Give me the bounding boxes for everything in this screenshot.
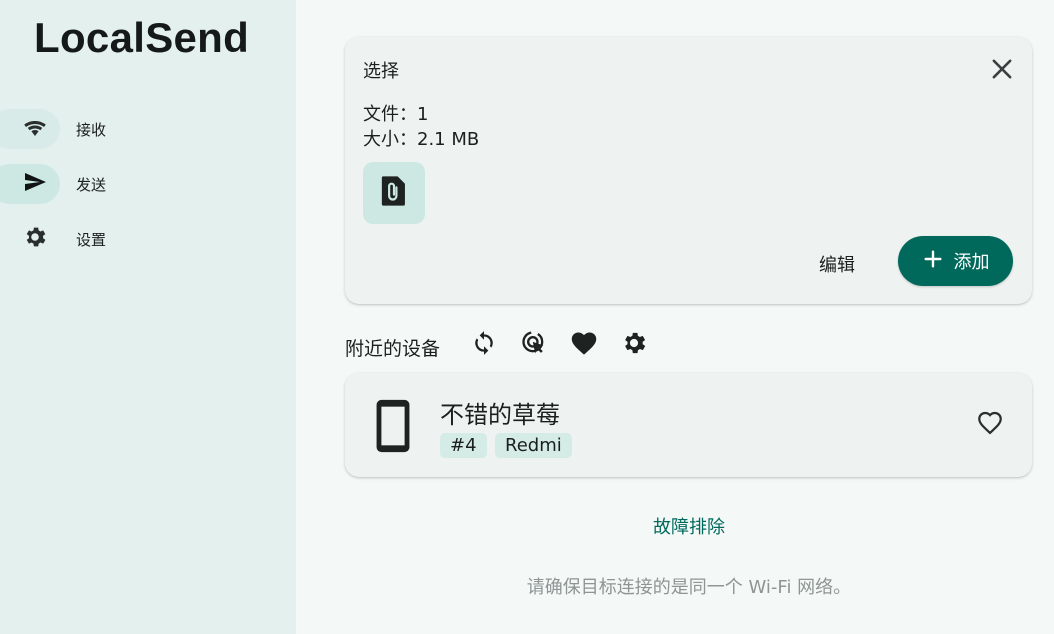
add-button[interactable]: 添加 (898, 236, 1013, 286)
sidebar-item-label: 设置 (76, 231, 107, 249)
nav-pill (0, 219, 60, 259)
network-hint-row: 请确保目标连接的是同一个 Wi-Fi 网络。 (0, 573, 1054, 599)
heart-outline-icon (976, 411, 1004, 441)
refresh-icon (471, 330, 497, 360)
add-button-label: 添加 (953, 252, 990, 273)
nav-pill (0, 109, 60, 149)
device-name: 不错的草莓 (440, 401, 560, 429)
wifi-icon (1, 115, 49, 143)
sidebar-item-label: 发送 (76, 176, 107, 194)
nav-pill-active (0, 164, 60, 204)
sidebar-item-settings[interactable]: 设置 (0, 219, 296, 259)
scan-target-icon (520, 329, 548, 361)
selection-title: 选择 (363, 61, 399, 82)
nearby-settings-button[interactable] (619, 330, 649, 360)
device-card[interactable]: 不错的草莓 #4 Redmi (345, 373, 1032, 477)
close-icon (988, 59, 1016, 87)
phone-icon (373, 397, 413, 459)
file-thumbnail[interactable] (363, 162, 425, 224)
sidebar-item-label: 接收 (76, 121, 107, 139)
edit-button[interactable]: 编辑 (813, 247, 861, 281)
close-button[interactable] (988, 55, 1016, 83)
app-logo: LocalSend (34, 14, 250, 61)
network-hint: 请确保目标连接的是同一个 Wi-Fi 网络。 (526, 577, 852, 598)
files-size: 大小：2.1 MB (363, 129, 480, 150)
file-attachment-icon (379, 174, 409, 212)
heart-icon (570, 330, 598, 360)
scan-button[interactable] (519, 330, 549, 360)
sidebar-item-receive[interactable]: 接收 (0, 109, 296, 149)
files-count: 文件：1 (363, 104, 429, 125)
favorites-button[interactable] (569, 330, 599, 360)
gear-icon (1, 224, 49, 254)
sidebar-item-send[interactable]: 发送 (0, 164, 296, 204)
send-icon (1, 170, 49, 198)
troubleshoot-link[interactable]: 故障排除 (653, 513, 725, 539)
favorite-device-button[interactable] (976, 409, 1006, 439)
selection-card: 选择 文件：1 大小：2.1 MB 编辑 添加 (345, 37, 1032, 304)
device-tag-model: Redmi (495, 433, 572, 458)
refresh-button[interactable] (469, 330, 499, 360)
device-tag-id: #4 (440, 433, 487, 458)
gear-icon (620, 329, 648, 361)
plus-icon (922, 248, 944, 275)
nearby-devices-label: 附近的设备 (345, 338, 441, 360)
troubleshoot-link-row: 故障排除 (0, 513, 1054, 539)
